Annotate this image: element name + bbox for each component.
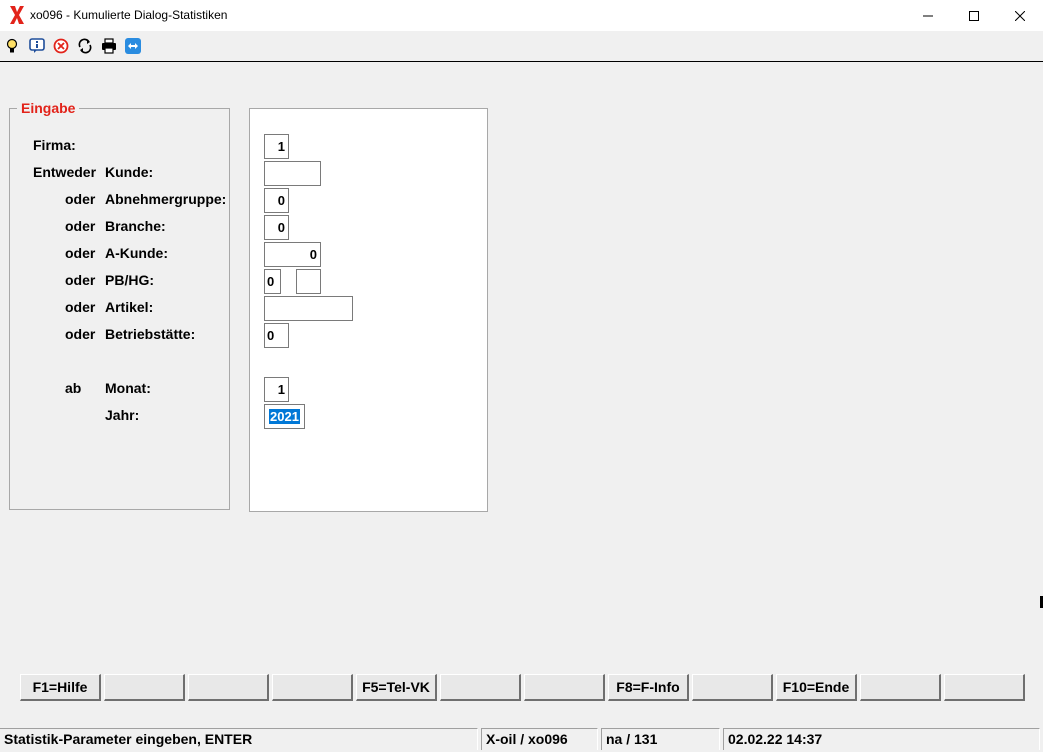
- fkey-12[interactable]: [944, 674, 1025, 701]
- cancel-icon[interactable]: [52, 37, 70, 55]
- minimize-icon: [923, 15, 933, 16]
- artikel-input[interactable]: [264, 296, 353, 321]
- monat-input[interactable]: 1: [264, 377, 289, 402]
- firma-input[interactable]: 1: [264, 134, 289, 159]
- akunde-input[interactable]: 0: [264, 242, 321, 267]
- kunde-input[interactable]: [264, 161, 321, 186]
- fkey-6[interactable]: [440, 674, 521, 701]
- maximize-icon: [969, 10, 979, 21]
- remote-icon[interactable]: [124, 37, 142, 55]
- status-datetime: 02.02.22 14:37: [723, 728, 1040, 750]
- fkey-1[interactable]: F1=Hilfe: [20, 674, 101, 701]
- label-abnehmergruppe: Abnehmergruppe:: [105, 191, 227, 207]
- status-message: Statistik-Parameter eingeben, ENTER: [0, 728, 478, 750]
- label-oder: oder: [65, 218, 96, 234]
- label-jahr: Jahr:: [105, 407, 140, 423]
- refresh-icon[interactable]: [76, 37, 94, 55]
- title-bar: xo096 - Kumulierte Dialog-Statistiken: [0, 0, 1043, 31]
- close-button[interactable]: [997, 0, 1043, 31]
- label-artikel: Artikel:: [105, 299, 154, 315]
- label-entweder: Entweder: [33, 164, 97, 180]
- label-oder: oder: [65, 191, 96, 207]
- lightbulb-icon[interactable]: [3, 37, 21, 55]
- info-icon[interactable]: [28, 37, 46, 55]
- status-program: X-oil / xo096: [481, 728, 598, 750]
- jahr-selection: 2021: [269, 409, 300, 424]
- abnehmergruppe-input[interactable]: 0: [264, 188, 289, 213]
- label-oder: oder: [65, 326, 96, 342]
- branche-input[interactable]: 0: [264, 215, 289, 240]
- toolbar-separator: [0, 61, 1043, 62]
- fkey-10[interactable]: F10=Ende: [776, 674, 857, 701]
- window-title: xo096 - Kumulierte Dialog-Statistiken: [30, 8, 228, 22]
- label-oder: oder: [65, 299, 96, 315]
- printer-icon[interactable]: [100, 37, 118, 55]
- app-logo-icon: [10, 6, 24, 24]
- maximize-button[interactable]: [951, 0, 997, 31]
- fkey-4[interactable]: [272, 674, 353, 701]
- label-pbhg: PB/HG:: [105, 272, 154, 288]
- label-monat: Monat:: [105, 380, 151, 396]
- minimize-button[interactable]: [905, 0, 951, 31]
- fkey-9[interactable]: [692, 674, 773, 701]
- fkey-3[interactable]: [188, 674, 269, 701]
- label-kunde: Kunde:: [105, 164, 154, 180]
- fkey-11[interactable]: [860, 674, 941, 701]
- toolbar: [0, 32, 1043, 60]
- jahr-input[interactable]: 2021: [264, 404, 305, 429]
- label-branche: Branche:: [105, 218, 166, 234]
- fkey-5[interactable]: F5=Tel-VK: [356, 674, 437, 701]
- label-oder: oder: [65, 245, 96, 261]
- function-key-bar: F1=Hilfe F5=Tel-VK F8=F-Info F10=Ende: [0, 674, 1043, 702]
- label-oder: oder: [65, 272, 96, 288]
- status-user: na / 131: [601, 728, 720, 750]
- label-betriebstaette: Betriebstätte:: [105, 326, 196, 342]
- label-akunde: A-Kunde:: [105, 245, 168, 261]
- label-ab: ab: [65, 380, 82, 396]
- betriebstaette-input[interactable]: 0: [264, 323, 289, 348]
- hg-input[interactable]: [296, 269, 321, 294]
- fkey-7[interactable]: [524, 674, 605, 701]
- group-title: Eingabe: [17, 100, 80, 116]
- fkey-2[interactable]: [104, 674, 185, 701]
- pb-input[interactable]: 0: [264, 269, 281, 294]
- fkey-8[interactable]: F8=F-Info: [608, 674, 689, 701]
- status-bar: Statistik-Parameter eingeben, ENTER X-oi…: [0, 728, 1043, 752]
- close-icon: [1015, 10, 1025, 21]
- label-firma: Firma:: [33, 137, 76, 153]
